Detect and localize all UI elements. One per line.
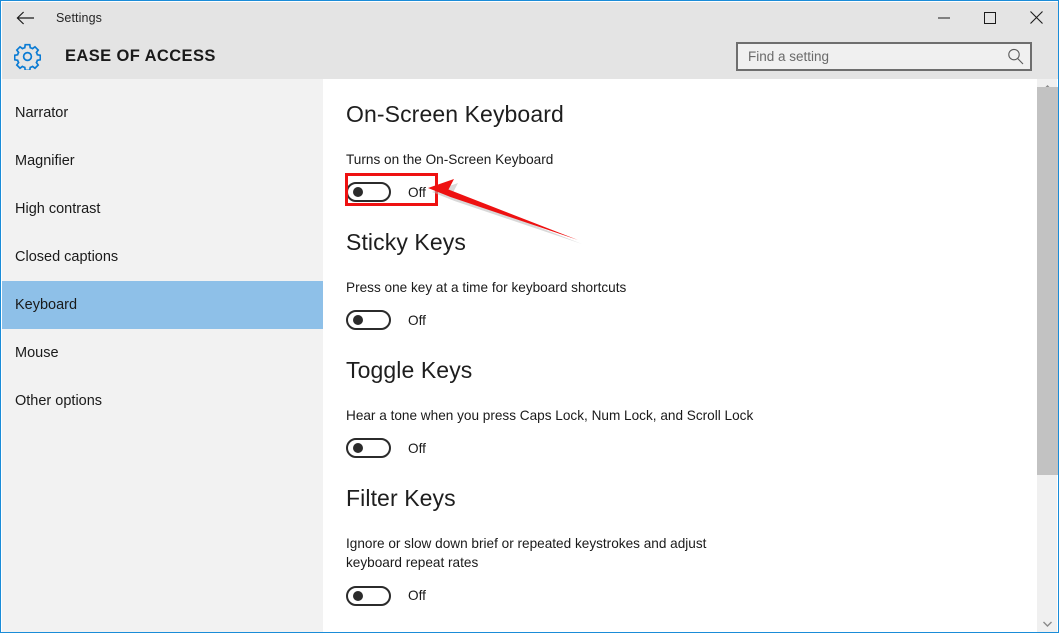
- ease-of-access-icon-wrap: [4, 43, 50, 70]
- sidebar-item-label: Mouse: [15, 345, 59, 361]
- close-icon: [1029, 11, 1043, 24]
- section-toggle-keys: Toggle Keys Hear a tone when you press C…: [346, 357, 1038, 485]
- sidebar-item-label: Closed captions: [15, 249, 119, 265]
- section-filter-keys: Filter Keys Ignore or slow down brief or…: [346, 485, 1038, 613]
- toggle-sticky-keys[interactable]: [346, 310, 391, 331]
- toggle-knob: [353, 443, 363, 454]
- scroll-down-button[interactable]: [1037, 615, 1058, 632]
- section-title: Filter Keys: [346, 485, 456, 511]
- toggle-knob: [353, 315, 363, 326]
- back-button[interactable]: [2, 2, 48, 33]
- toggle-state-label: Off: [408, 588, 426, 604]
- sidebar-nav: Narrator Magnifier High contrast Closed …: [2, 79, 323, 632]
- section-sticky-keys: Sticky Keys Press one key at a time for …: [346, 229, 1038, 357]
- close-button[interactable]: [1013, 2, 1058, 33]
- vertical-scrollbar[interactable]: [1036, 79, 1058, 632]
- maximize-icon: [984, 11, 996, 24]
- section-description: Hear a tone when you press Caps Lock, Nu…: [346, 408, 754, 423]
- section-title: On-Screen Keyboard: [346, 101, 564, 127]
- section-title: Sticky Keys: [346, 229, 466, 255]
- scroll-down-arrow-icon: [1043, 621, 1052, 627]
- settings-content-pane: On-Screen Keyboard Turns on the On-Scree…: [323, 79, 1038, 632]
- sidebar-item-closed-captions[interactable]: Closed captions: [2, 233, 323, 281]
- toggle-toggle-keys[interactable]: [346, 438, 391, 459]
- toggle-row-sticky-keys: Off: [346, 305, 1038, 335]
- sidebar-item-label: Other options: [15, 393, 103, 409]
- toggle-filter-keys[interactable]: [346, 585, 391, 606]
- scrollbar-thumb[interactable]: [1037, 87, 1058, 475]
- settings-window: Settings EASE OF ACCESS Find a setting N…: [0, 0, 1059, 633]
- sidebar-item-other-options[interactable]: Other options: [2, 377, 323, 425]
- search-icon[interactable]: [1000, 48, 1030, 65]
- toggle-knob: [353, 590, 363, 601]
- section-description: Ignore or slow down brief or repeated ke…: [346, 536, 707, 571]
- sidebar-item-label: High contrast: [15, 201, 101, 217]
- sidebar-item-label: Keyboard: [15, 297, 78, 313]
- toggle-knob: [353, 187, 363, 198]
- section-description: Press one key at a time for keyboard sho…: [346, 280, 627, 295]
- toggle-state-label: Off: [408, 440, 426, 456]
- section-description: Turns on the On-Screen Keyboard: [346, 152, 554, 167]
- toggle-state-label: Off: [408, 184, 426, 200]
- header-band: EASE OF ACCESS: [2, 33, 1058, 79]
- sidebar-item-label: Magnifier: [15, 153, 75, 169]
- window-title: Settings: [56, 10, 102, 25]
- search-box[interactable]: [736, 42, 1032, 71]
- section-title: Toggle Keys: [346, 357, 473, 383]
- sidebar-item-high-contrast[interactable]: High contrast: [2, 185, 323, 233]
- sidebar-item-magnifier[interactable]: Magnifier: [2, 137, 323, 185]
- toggle-row-on-screen-keyboard: Off: [346, 177, 1038, 207]
- sidebar-item-mouse[interactable]: Mouse: [2, 329, 323, 377]
- title-bar: Settings: [2, 2, 1058, 33]
- window-controls: [921, 2, 1058, 33]
- section-on-screen-keyboard: On-Screen Keyboard Turns on the On-Scree…: [345, 101, 1038, 229]
- sidebar-item-keyboard[interactable]: Keyboard: [2, 281, 323, 329]
- page-title: EASE OF ACCESS: [65, 46, 216, 65]
- toggle-row-filter-keys: Off: [346, 581, 1038, 611]
- sidebar-item-label: Narrator: [15, 105, 69, 121]
- magnifier-glyph-icon: [1007, 48, 1023, 65]
- settings-sections: On-Screen Keyboard Turns on the On-Scree…: [323, 79, 1038, 613]
- toggle-state-label: Off: [408, 312, 426, 328]
- toggle-row-toggle-keys: Off: [346, 433, 1038, 463]
- maximize-button[interactable]: [967, 2, 1013, 33]
- toggle-on-screen-keyboard[interactable]: [346, 182, 391, 203]
- back-arrow-icon: [16, 11, 34, 24]
- gear-icon: [13, 43, 41, 70]
- search-input[interactable]: [738, 43, 1000, 70]
- minimize-icon: [938, 17, 950, 18]
- minimize-button[interactable]: [921, 2, 967, 33]
- sidebar-item-narrator[interactable]: Narrator: [2, 89, 323, 137]
